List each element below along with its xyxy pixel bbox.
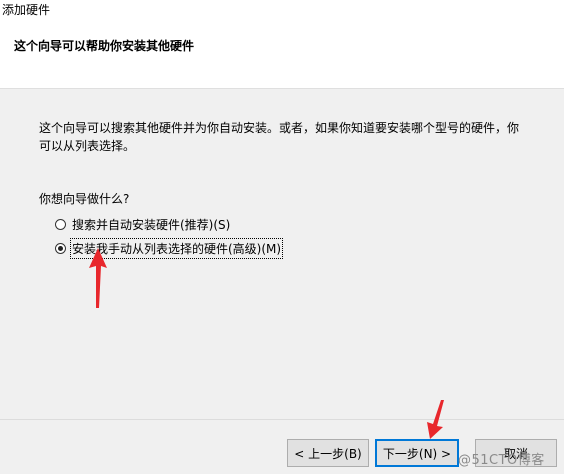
intro-line-2: 可以从列表选择。 — [39, 139, 136, 153]
window-title: 添加硬件 — [2, 3, 51, 17]
footer-divider — [0, 419, 564, 420]
radio-button-manual[interactable] — [55, 243, 66, 254]
intro-line-1: 这个向导可以搜索其他硬件并为你自动安装。或者，如果你知道要安装哪个型号的硬件，你 — [39, 121, 520, 135]
watermark-text: @51CTO博客 — [458, 453, 545, 468]
radio-button-auto[interactable] — [55, 219, 66, 230]
option-manual-label: 安装我手动从列表选择的硬件(高级)(M) — [69, 238, 284, 259]
wizard-header: 添加硬件 这个向导可以帮助你安装其他硬件 — [0, 0, 564, 89]
question-label: 你想向导做什么? — [39, 192, 130, 206]
option-manual-install[interactable]: 安装我手动从列表选择的硬件(高级)(M) — [55, 238, 284, 259]
intro-text: 这个向导可以搜索其他硬件并为你自动安装。或者，如果你知道要安装哪个型号的硬件，你… — [39, 119, 539, 155]
wizard-content: 这个向导可以搜索其他硬件并为你自动安装。或者，如果你知道要安装哪个型号的硬件，你… — [0, 89, 564, 419]
back-button[interactable]: < 上一步(B) — [287, 439, 369, 467]
option-auto-label: 搜索并自动安装硬件(推荐)(S) — [72, 218, 231, 232]
page-heading: 这个向导可以帮助你安装其他硬件 — [14, 39, 195, 53]
next-button[interactable]: 下一步(N) > — [375, 439, 459, 467]
option-auto-search[interactable]: 搜索并自动安装硬件(推荐)(S) — [55, 215, 231, 234]
